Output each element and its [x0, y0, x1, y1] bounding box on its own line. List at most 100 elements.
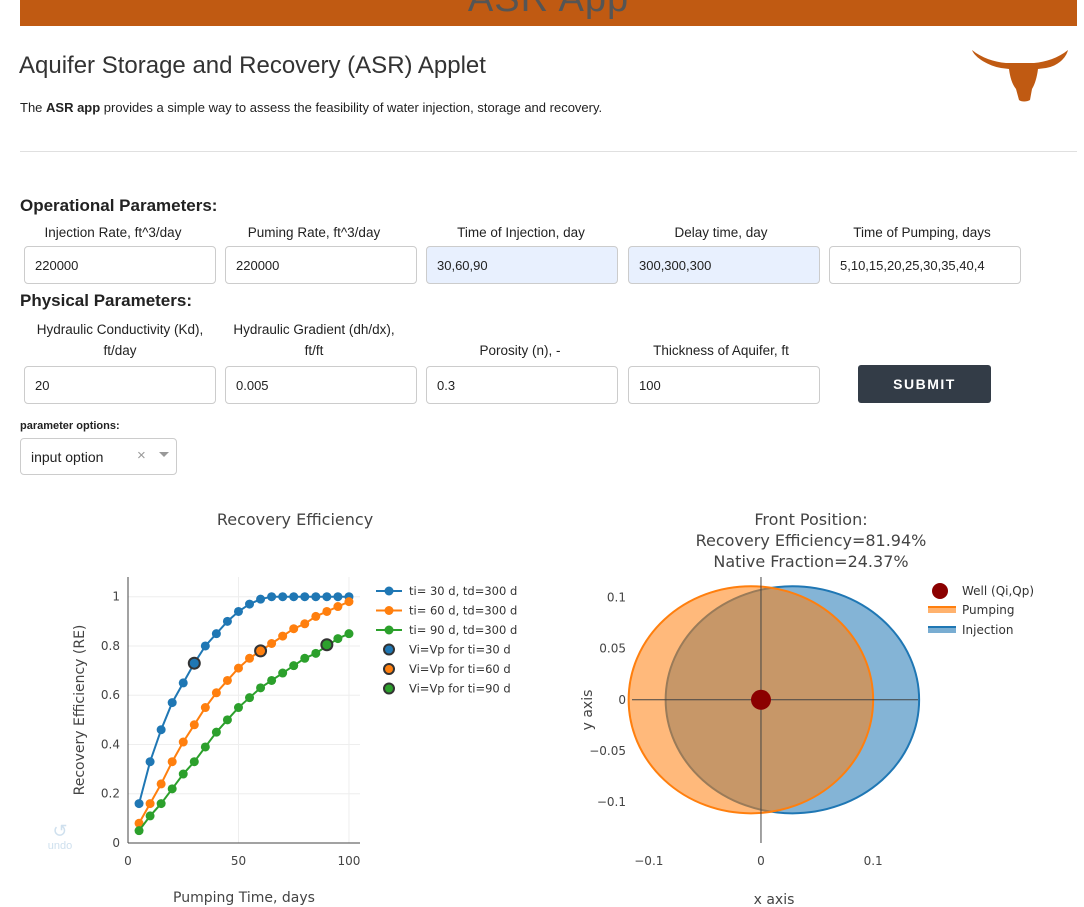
- series-point-2: [145, 799, 155, 809]
- series-point-3: [245, 693, 255, 703]
- legend-label: Injection: [962, 623, 1013, 637]
- conductivity-label: Hydraulic Conductivity (Kd), ft/day: [20, 319, 220, 361]
- x-axis-label: x axis: [754, 892, 795, 907]
- series-point-1: [267, 592, 277, 602]
- x-tick-label: 0.1: [864, 854, 883, 868]
- y-tick-label: 0: [618, 693, 626, 707]
- legend-vi-vp-marker-1: [383, 643, 395, 656]
- chevron-down-icon[interactable]: [159, 452, 169, 457]
- series-point-1: [278, 592, 288, 602]
- series-point-2: [156, 779, 166, 789]
- injection-time-input[interactable]: [426, 246, 618, 284]
- y-axis-label: y axis: [580, 690, 596, 731]
- series-point-3: [178, 769, 188, 779]
- series-point-2: [344, 597, 354, 607]
- series-point-3: [300, 653, 310, 663]
- series-point-3: [311, 648, 321, 658]
- series-point-1: [156, 725, 166, 735]
- series-point-3: [211, 727, 221, 737]
- submit-button[interactable]: SUBMIT: [858, 365, 991, 403]
- series-point-2: [211, 688, 221, 698]
- select-value: input option: [31, 449, 104, 465]
- x-tick-label: 50: [231, 854, 246, 868]
- gradient-label-line2: ft/ft: [304, 343, 324, 358]
- series-point-1: [245, 599, 255, 609]
- banner-title: ASR App: [20, 0, 1077, 21]
- delay-time-label: Delay time, day: [674, 225, 768, 240]
- physical-section-title: Physical Parameters:: [20, 291, 192, 310]
- x-axis-label: Pumping Time, days: [173, 890, 315, 906]
- legend-vi-vp-marker-3: [383, 682, 395, 695]
- series-point-3: [134, 826, 144, 836]
- divider: [20, 151, 1077, 152]
- description-suffix: provides a simple way to assess the feas…: [100, 100, 603, 115]
- description-prefix: The: [20, 100, 47, 115]
- series-point-1: [233, 606, 243, 616]
- thickness-input[interactable]: [628, 366, 820, 404]
- series-point-1: [322, 592, 332, 602]
- y-tick-label: 0.2: [101, 787, 120, 801]
- chart-title-line-3: Native Fraction=24.37%: [713, 552, 908, 571]
- series-point-3: [344, 629, 354, 639]
- chart-title: Recovery Efficiency: [217, 510, 373, 529]
- parameter-options-select[interactable]: input option ×: [20, 438, 177, 475]
- legend-label: Well (Qi,Qp): [962, 584, 1034, 598]
- series-point-3: [289, 661, 299, 671]
- series-point-2: [267, 639, 277, 648]
- series-point-1: [145, 757, 155, 767]
- series-point-3: [145, 811, 155, 821]
- series-point-3: [222, 715, 232, 725]
- delay-time-input[interactable]: [628, 246, 820, 284]
- y-tick-label: −0.05: [589, 744, 626, 758]
- top-banner: ASR App: [20, 0, 1077, 26]
- series-point-2: [233, 663, 243, 673]
- gradient-input[interactable]: [225, 366, 417, 404]
- legend-vi-vp-marker-2: [383, 663, 395, 675]
- series-point-2: [167, 757, 177, 767]
- x-tick-label: 100: [337, 854, 360, 868]
- series-point-2: [200, 703, 210, 713]
- y-tick-label: −0.1: [597, 795, 626, 809]
- series-point-3: [156, 799, 166, 809]
- series-point-1: [134, 799, 144, 809]
- injection-rate-label: Injection Rate, ft^3/day: [44, 225, 182, 240]
- series-point-3: [256, 683, 266, 693]
- porosity-label: Porosity (n), -: [479, 343, 561, 358]
- series-point-3: [267, 675, 277, 685]
- clear-icon[interactable]: ×: [137, 447, 146, 464]
- chart-title-line-2: Recovery Efficiency=81.94%: [696, 531, 927, 550]
- series-point-1: [300, 592, 310, 602]
- injection-rate-input[interactable]: [24, 246, 216, 284]
- conductivity-label-line1: Hydraulic Conductivity (Kd),: [36, 322, 204, 337]
- pumping-time-label: Time of Pumping, days: [853, 225, 991, 240]
- thickness-label: Thickness of Aquifer, ft: [653, 343, 789, 358]
- series-point-3: [278, 668, 288, 678]
- series-point-3: [189, 757, 199, 767]
- x-tick-label: 0: [124, 854, 132, 868]
- legend-label: Pumping: [962, 603, 1015, 617]
- legend-label: ti= 60 d, td=300 d: [409, 604, 517, 618]
- series-point-2: [189, 720, 199, 730]
- gradient-label-line1: Hydraulic Gradient (dh/dx),: [233, 322, 395, 337]
- series-point-1: [256, 594, 266, 604]
- conductivity-input[interactable]: [24, 366, 216, 404]
- parameter-options-label: parameter options:: [20, 420, 120, 432]
- legend-well-marker: [932, 583, 948, 599]
- recovery-efficiency-chart: Recovery Efficiency 0 50 100 0 0.2 0.4 0.6 0.8 1 P…: [72, 510, 517, 906]
- series-point-1: [222, 616, 232, 626]
- series-point-1: [167, 698, 177, 708]
- series-point-1: [311, 592, 321, 602]
- pumping-rate-label: Puming Rate, ft^3/day: [247, 225, 381, 240]
- series-point-1: [333, 592, 343, 602]
- pumping-time-input[interactable]: [829, 246, 1021, 284]
- series-point-3: [333, 634, 343, 644]
- series-point-2: [300, 619, 310, 629]
- series-point-2: [289, 624, 299, 634]
- page-title: Aquifer Storage and Recovery (ASR) Apple…: [19, 52, 486, 79]
- porosity-input[interactable]: [426, 366, 618, 404]
- series-point-1: [200, 641, 210, 651]
- y-tick-label: 0: [112, 836, 120, 850]
- well-point: [750, 689, 771, 710]
- pumping-rate-input[interactable]: [225, 246, 417, 284]
- vi-vp-marker-2: [254, 644, 268, 658]
